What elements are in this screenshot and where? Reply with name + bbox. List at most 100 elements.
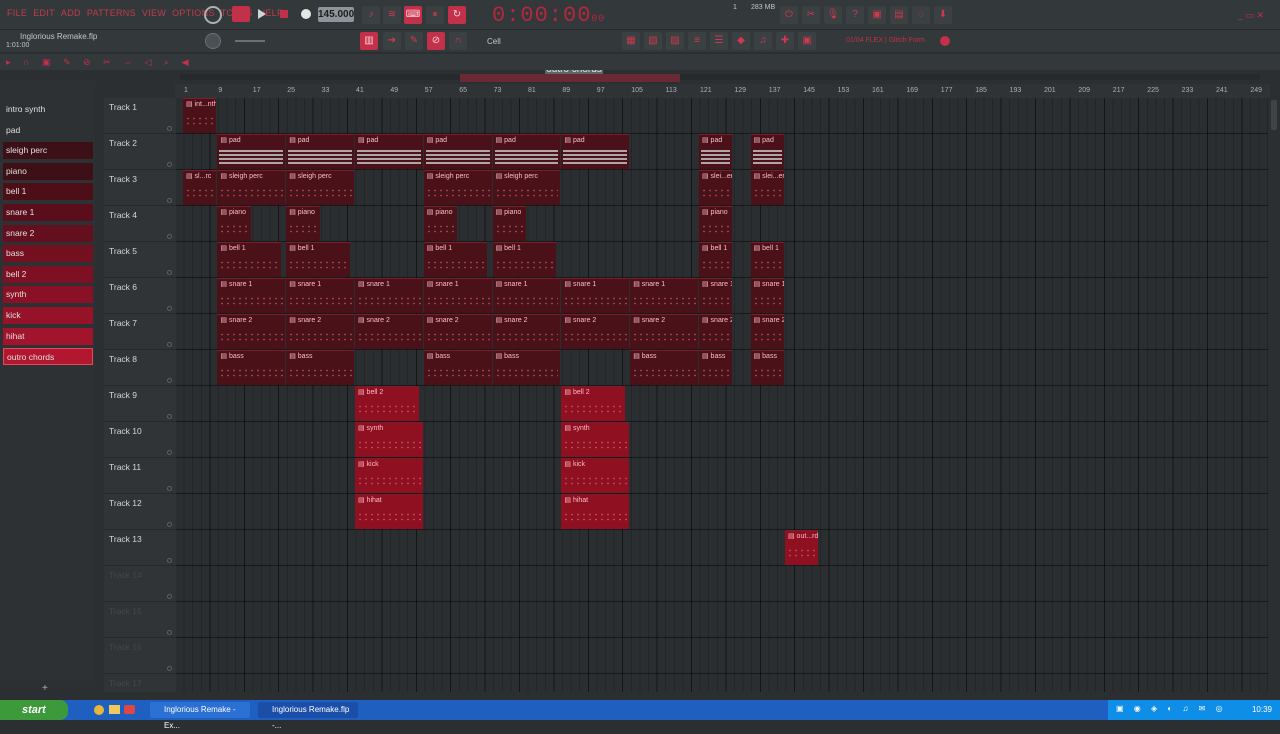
pattern-clip[interactable]: ▤ sleigh perc bbox=[492, 170, 561, 205]
pattern-clip[interactable]: ▤ snare 1 bbox=[750, 278, 784, 313]
pattern-clip[interactable]: ▤ bass bbox=[630, 350, 698, 385]
folder-icon[interactable] bbox=[109, 705, 120, 714]
pattern-clip[interactable]: ▤ kick bbox=[355, 458, 423, 493]
pattern-item[interactable]: piano bbox=[3, 162, 93, 180]
pattern-item[interactable]: hihat bbox=[3, 327, 93, 345]
pattern-clip[interactable]: ▤ int...nth bbox=[183, 98, 217, 133]
piano-roll-icon[interactable]: ▧ bbox=[644, 32, 662, 50]
pattern-clip[interactable]: ▤ bass bbox=[750, 350, 784, 385]
save-icon[interactable]: ▣ bbox=[868, 6, 886, 24]
playlist-view-icon[interactable]: ▦ bbox=[622, 32, 640, 50]
playlist-icon[interactable]: ▥ bbox=[360, 32, 378, 50]
pattern-clip[interactable]: ▤ snare 2 bbox=[630, 314, 698, 349]
track-header[interactable]: Track 9 bbox=[104, 386, 176, 422]
export-icon[interactable]: ▤ bbox=[890, 6, 908, 24]
pattern-clip[interactable]: ▤ snare 1 bbox=[492, 278, 561, 313]
menu-edit[interactable]: EDIT bbox=[33, 8, 55, 18]
pattern-clip[interactable]: ▤ bass bbox=[699, 350, 733, 385]
track-header[interactable]: Track 1 bbox=[104, 98, 176, 134]
blend-icon[interactable]: ≋ bbox=[383, 6, 401, 24]
pattern-item[interactable]: bass bbox=[3, 245, 93, 263]
pattern-song-toggle[interactable] bbox=[232, 6, 250, 22]
play-icon[interactable] bbox=[258, 9, 266, 19]
track-header[interactable]: Track 3 bbox=[104, 170, 176, 206]
pattern-clip[interactable]: ▤ hihat bbox=[561, 494, 630, 529]
pattern-clip[interactable]: ▤ pad bbox=[561, 134, 630, 169]
mic-icon[interactable]: 🎙 bbox=[824, 6, 842, 24]
pattern-clip[interactable]: ▤ bass bbox=[423, 350, 492, 385]
master-volume-knob[interactable] bbox=[205, 33, 221, 49]
pattern-clip[interactable]: ▤ piano bbox=[217, 206, 251, 241]
pattern-item[interactable]: intro synth bbox=[3, 101, 93, 118]
pattern-clip[interactable]: ▤ snare 1 bbox=[423, 278, 492, 313]
browser-icon[interactable] bbox=[94, 705, 104, 715]
playlist-grid[interactable]: ▤ int...nth ▤ pad ▤ pad ▤ pad ▤ pad ▤ pad ▤ pa… bbox=[176, 98, 1268, 692]
pattern-clip[interactable]: ▤ snare 2 bbox=[750, 314, 784, 349]
mute-icon[interactable] bbox=[167, 270, 172, 275]
menu-add[interactable]: ADD bbox=[61, 8, 81, 18]
pattern-clip[interactable]: ▤ pad bbox=[355, 134, 423, 169]
pattern-clip[interactable]: ▤ bell 1 bbox=[217, 242, 281, 277]
pattern-clip[interactable]: ▤ snare 1 bbox=[561, 278, 630, 313]
track-header[interactable]: Track 12 bbox=[104, 494, 176, 530]
mute-icon[interactable] bbox=[167, 306, 172, 311]
pattern-clip[interactable]: ▤ sl...rc bbox=[183, 170, 217, 205]
pattern-clip[interactable]: ▤ snare 1 bbox=[217, 278, 286, 313]
pattern-clip[interactable]: ▤ bell 2 bbox=[561, 386, 625, 421]
mute-icon[interactable] bbox=[167, 666, 172, 671]
pattern-clip[interactable]: ▤ snare 2 bbox=[561, 314, 630, 349]
pattern-item[interactable]: sleigh perc bbox=[3, 142, 93, 160]
pattern-clip[interactable]: ▤ piano bbox=[423, 206, 458, 241]
step-icon[interactable]: ♪ bbox=[362, 6, 380, 24]
pattern-clip[interactable]: ▤ bell 1 bbox=[286, 242, 350, 277]
pattern-clip[interactable]: ▤ pad bbox=[699, 134, 733, 169]
news-ticker[interactable]: 01/04 FLEX | Glitch Form bbox=[846, 37, 925, 44]
timeline-ruler[interactable]: 1 9 17 25 33 41 49 57 65 73 81 89 97 105 113 121 129 137 1… bbox=[175, 84, 1270, 98]
help-icon[interactable]: ? bbox=[846, 6, 864, 24]
online-icon[interactable] bbox=[940, 36, 950, 46]
pattern-clip[interactable]: ▤ snare 1 bbox=[630, 278, 698, 313]
cpu-icon[interactable]: ⏻ bbox=[780, 6, 798, 24]
pattern-clip[interactable]: ▤ bell 1 bbox=[750, 242, 784, 277]
pattern-clip[interactable]: ▤ snare 2 bbox=[492, 314, 561, 349]
pattern-clip[interactable]: ▤ slei...erc bbox=[750, 170, 784, 205]
menu-file[interactable]: FILE bbox=[7, 8, 27, 18]
download-icon[interactable]: ⬇ bbox=[934, 6, 952, 24]
pattern-clip[interactable]: ▤ bell 1 bbox=[492, 242, 557, 277]
link-browser-icon[interactable]: ✚ bbox=[776, 32, 794, 50]
stop-icon[interactable] bbox=[280, 10, 288, 18]
scroll-thumb[interactable] bbox=[460, 74, 680, 82]
pattern-clip[interactable]: ▤ bell 1 bbox=[699, 242, 733, 277]
add-icon[interactable]: + bbox=[42, 683, 48, 694]
browser-icon[interactable]: ☰ bbox=[710, 32, 728, 50]
record-icon[interactable] bbox=[301, 9, 311, 19]
media-icon[interactable] bbox=[124, 705, 135, 714]
snap-select[interactable]: Cell bbox=[487, 37, 501, 46]
pattern-item[interactable]: bell 1 bbox=[3, 183, 93, 201]
mute-icon[interactable] bbox=[167, 594, 172, 599]
pattern-clip[interactable]: ▤ bell 2 bbox=[355, 386, 419, 421]
mute-icon[interactable] bbox=[167, 558, 172, 563]
pattern-clip[interactable]: ▤ snare 1 bbox=[699, 278, 733, 313]
start-button[interactable]: start bbox=[0, 700, 68, 720]
pattern-item[interactable]: synth bbox=[3, 286, 93, 304]
pattern-clip[interactable]: ▤ pad bbox=[423, 134, 492, 169]
tray-icons[interactable]: ▣ ◉ ◈ ◐ ♫ ✉ ◎ bbox=[1116, 704, 1227, 713]
mute-icon[interactable] bbox=[167, 414, 172, 419]
menu-patterns[interactable]: PATTERNS bbox=[87, 8, 136, 18]
pattern-clip[interactable]: ▤ synth bbox=[355, 422, 423, 457]
pattern-clip[interactable]: ▤ piano bbox=[492, 206, 526, 241]
pencil-icon[interactable]: ✎ bbox=[405, 32, 423, 50]
pattern-clip[interactable]: ▤ snare 2 bbox=[286, 314, 354, 349]
screen-icon[interactable]: ▣ bbox=[798, 32, 816, 50]
mute-icon[interactable] bbox=[167, 342, 172, 347]
pattern-item[interactable]: kick bbox=[3, 307, 93, 324]
track-header[interactable]: Track 15 bbox=[104, 602, 176, 638]
pattern-clip[interactable]: ▤ piano bbox=[699, 206, 733, 241]
pattern-item[interactable]: pad bbox=[3, 121, 93, 139]
pattern-scroll-strip[interactable] bbox=[180, 74, 1260, 82]
pattern-clip[interactable]: ▤ pad bbox=[217, 134, 286, 169]
pattern-clip[interactable]: ▤ snare 2 bbox=[423, 314, 492, 349]
pattern-clip[interactable]: ▤ sleigh perc bbox=[217, 170, 286, 205]
track-header[interactable]: Track 10 bbox=[104, 422, 176, 458]
